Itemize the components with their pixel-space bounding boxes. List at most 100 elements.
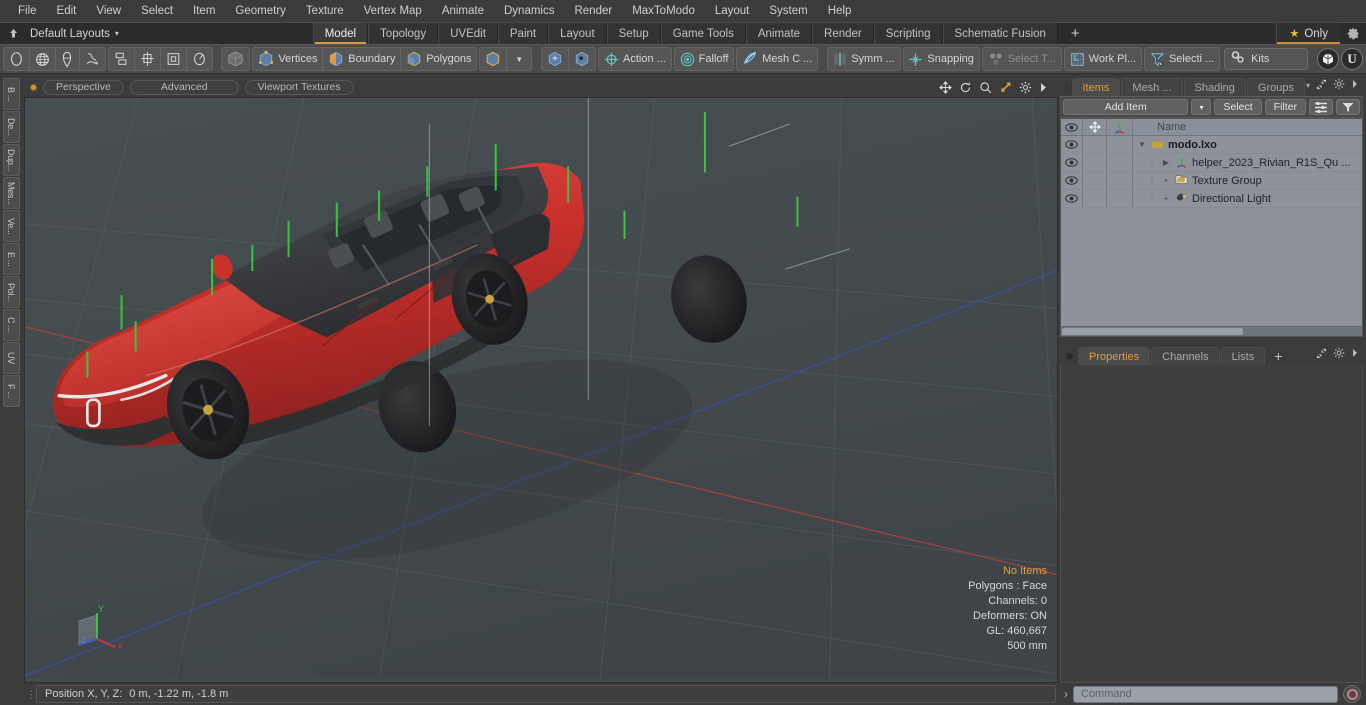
row-visibility-toggle[interactable] xyxy=(1061,172,1083,189)
sidebar-tab-curve[interactable]: C ... xyxy=(2,309,20,341)
item-row-scene[interactable]: ▼ modo.lxo xyxy=(1133,138,1362,152)
item-row-mesh[interactable]: ⋮ ▶ helper_2023_Rivian_R1S_Qu ... xyxy=(1133,155,1362,171)
item-tree[interactable]: Name ▼ modo.lxo ⋮ ▶ helper_2023_Rivian_R… xyxy=(1060,118,1363,337)
selection-mode-vertices[interactable]: Vertices xyxy=(253,48,324,70)
sidebar-tab-deform[interactable]: De... xyxy=(2,111,20,143)
chevron-down-icon[interactable]: ▼ xyxy=(1137,140,1147,149)
row-visibility-toggle[interactable] xyxy=(1061,190,1083,207)
sidebar-tab-mesh[interactable]: Mes... xyxy=(2,177,20,209)
radial-icon[interactable] xyxy=(187,48,212,70)
menu-item-select[interactable]: Select xyxy=(131,0,183,22)
tab-game-tools[interactable]: Game Tools xyxy=(660,23,746,44)
tab-model[interactable]: Model xyxy=(312,23,369,44)
panel-more-icon[interactable] xyxy=(1351,79,1359,92)
sidebar-tab-duplicate[interactable]: Dup... xyxy=(2,144,20,176)
chevron-down-icon[interactable]: ▼ xyxy=(507,48,531,70)
viewport-textures-button[interactable]: Viewport Textures xyxy=(244,79,354,95)
menu-item-help[interactable]: Help xyxy=(818,0,862,22)
only-toggle-button[interactable]: ★ Only xyxy=(1276,23,1340,44)
selection-mode-polygons[interactable]: Polygons xyxy=(401,48,476,70)
viewport-more-icon[interactable] xyxy=(1039,82,1048,93)
tab-groups[interactable]: Groups xyxy=(1246,78,1305,96)
globe-icon[interactable] xyxy=(30,48,56,70)
action-center-button[interactable]: Action ... xyxy=(599,48,671,70)
select-button[interactable]: Select xyxy=(1214,99,1262,115)
tab-scripting[interactable]: Scripting xyxy=(873,23,943,44)
menu-item-texture[interactable]: Texture xyxy=(296,0,354,22)
viewport-projection-button[interactable]: Perspective xyxy=(43,79,124,95)
record-icon[interactable] xyxy=(1343,685,1361,703)
tab-properties[interactable]: Properties xyxy=(1078,347,1151,365)
work-plane-button[interactable]: Work Pl... xyxy=(1065,48,1141,70)
row-transform-cell[interactable] xyxy=(1107,136,1133,153)
rotate-icon[interactable] xyxy=(959,81,972,94)
kits-button[interactable]: Kits xyxy=(1224,48,1309,70)
item-tree-scrollbar[interactable] xyxy=(1061,326,1362,336)
sidebar-tab-edge[interactable]: E ... xyxy=(2,243,20,275)
tab-render[interactable]: Render xyxy=(812,23,874,44)
row-transform-cell[interactable] xyxy=(1107,154,1133,171)
sidebar-tab-polygon[interactable]: Pol... xyxy=(2,276,20,308)
pivot-center-icon[interactable] xyxy=(542,48,570,70)
tab-channels[interactable]: Channels xyxy=(1151,347,1220,365)
viewport-shading-button[interactable]: Advanced xyxy=(129,79,239,95)
row-visibility-toggle[interactable] xyxy=(1061,136,1083,153)
sidebar-tab-fusion[interactable]: F ... xyxy=(2,375,20,407)
properties-panel-body[interactable] xyxy=(1060,365,1363,683)
sketchfab-logo[interactable] xyxy=(1317,48,1340,70)
tab-mesh-ops[interactable]: Mesh ... xyxy=(1121,78,1183,96)
gear-icon[interactable] xyxy=(1340,23,1366,44)
funnel-icon[interactable] xyxy=(1336,99,1360,115)
list-view-icon[interactable] xyxy=(1309,99,1333,115)
ellipse-icon[interactable] xyxy=(4,48,30,70)
menu-item-system[interactable]: System xyxy=(759,0,817,22)
capsule-icon[interactable] xyxy=(56,48,80,70)
home-icon[interactable] xyxy=(0,23,26,44)
viewport-active-dot[interactable] xyxy=(30,83,37,91)
cube-gold-icon[interactable] xyxy=(480,48,508,70)
sidebar-tab-basic[interactable]: B ... xyxy=(2,78,20,110)
unreal-engine-logo[interactable]: U xyxy=(1341,48,1363,70)
tab-lists[interactable]: Lists xyxy=(1220,347,1266,365)
table-row[interactable]: ▼ modo.lxo xyxy=(1061,136,1362,154)
expand-properties-icon[interactable] xyxy=(1316,348,1327,362)
expand-panel-icon[interactable] xyxy=(1316,79,1327,93)
menu-item-maxtomodo[interactable]: MaxToModo xyxy=(622,0,705,22)
tab-uvedit[interactable]: UVEdit xyxy=(438,23,498,44)
falloff-button[interactable]: Falloff xyxy=(675,48,734,70)
row-move-cell[interactable] xyxy=(1083,190,1107,207)
add-item-button[interactable]: Add Item xyxy=(1063,99,1189,115)
pan-icon[interactable] xyxy=(939,80,952,94)
properties-gear-icon[interactable] xyxy=(1333,347,1345,362)
sidebar-tab-vertex[interactable]: Ve... xyxy=(2,210,20,242)
bound-icon[interactable] xyxy=(161,48,187,70)
menu-item-edit[interactable]: Edit xyxy=(47,0,87,22)
3d-viewport[interactable]: No Items Polygons : Face Channels: 0 Def… xyxy=(24,97,1058,683)
chevron-right-icon[interactable]: ▶ xyxy=(1161,158,1171,167)
row-transform-cell[interactable] xyxy=(1107,190,1133,207)
selection-set-button[interactable]: Selecti ... xyxy=(1145,48,1219,70)
item-tree-empty-area[interactable] xyxy=(1061,208,1362,326)
cube-icon[interactable] xyxy=(222,48,249,70)
symmetry-button[interactable]: Symm ... xyxy=(828,48,899,70)
tab-paint[interactable]: Paint xyxy=(497,23,549,44)
filter-button[interactable]: Filter xyxy=(1264,99,1306,115)
tab-layout[interactable]: Layout xyxy=(548,23,607,44)
pivot-origin-icon[interactable] xyxy=(569,48,595,70)
tab-items[interactable]: Items xyxy=(1071,78,1121,96)
add-tab-button[interactable]: + xyxy=(1058,23,1093,44)
menu-item-vertex-map[interactable]: Vertex Map xyxy=(354,0,432,22)
row-move-cell[interactable] xyxy=(1083,154,1107,171)
chevron-down-icon[interactable]: ▾ xyxy=(1306,81,1310,90)
tab-setup[interactable]: Setup xyxy=(606,23,661,44)
command-input[interactable]: Command xyxy=(1073,685,1338,703)
properties-panel-dot[interactable] xyxy=(1066,353,1073,360)
row-visibility-toggle[interactable] xyxy=(1061,154,1083,171)
item-tree-scroll-thumb[interactable] xyxy=(1062,328,1243,335)
items-panel-dot[interactable] xyxy=(1066,84,1067,91)
zoom-icon[interactable] xyxy=(979,81,992,94)
table-row[interactable]: ⋮ ▶ helper_2023_Rivian_R1S_Qu ... xyxy=(1061,154,1362,172)
panel-gear-icon[interactable] xyxy=(1333,78,1345,93)
properties-more-icon[interactable] xyxy=(1351,348,1359,361)
mesh-constraint-button[interactable]: Mesh C ... xyxy=(737,48,817,70)
